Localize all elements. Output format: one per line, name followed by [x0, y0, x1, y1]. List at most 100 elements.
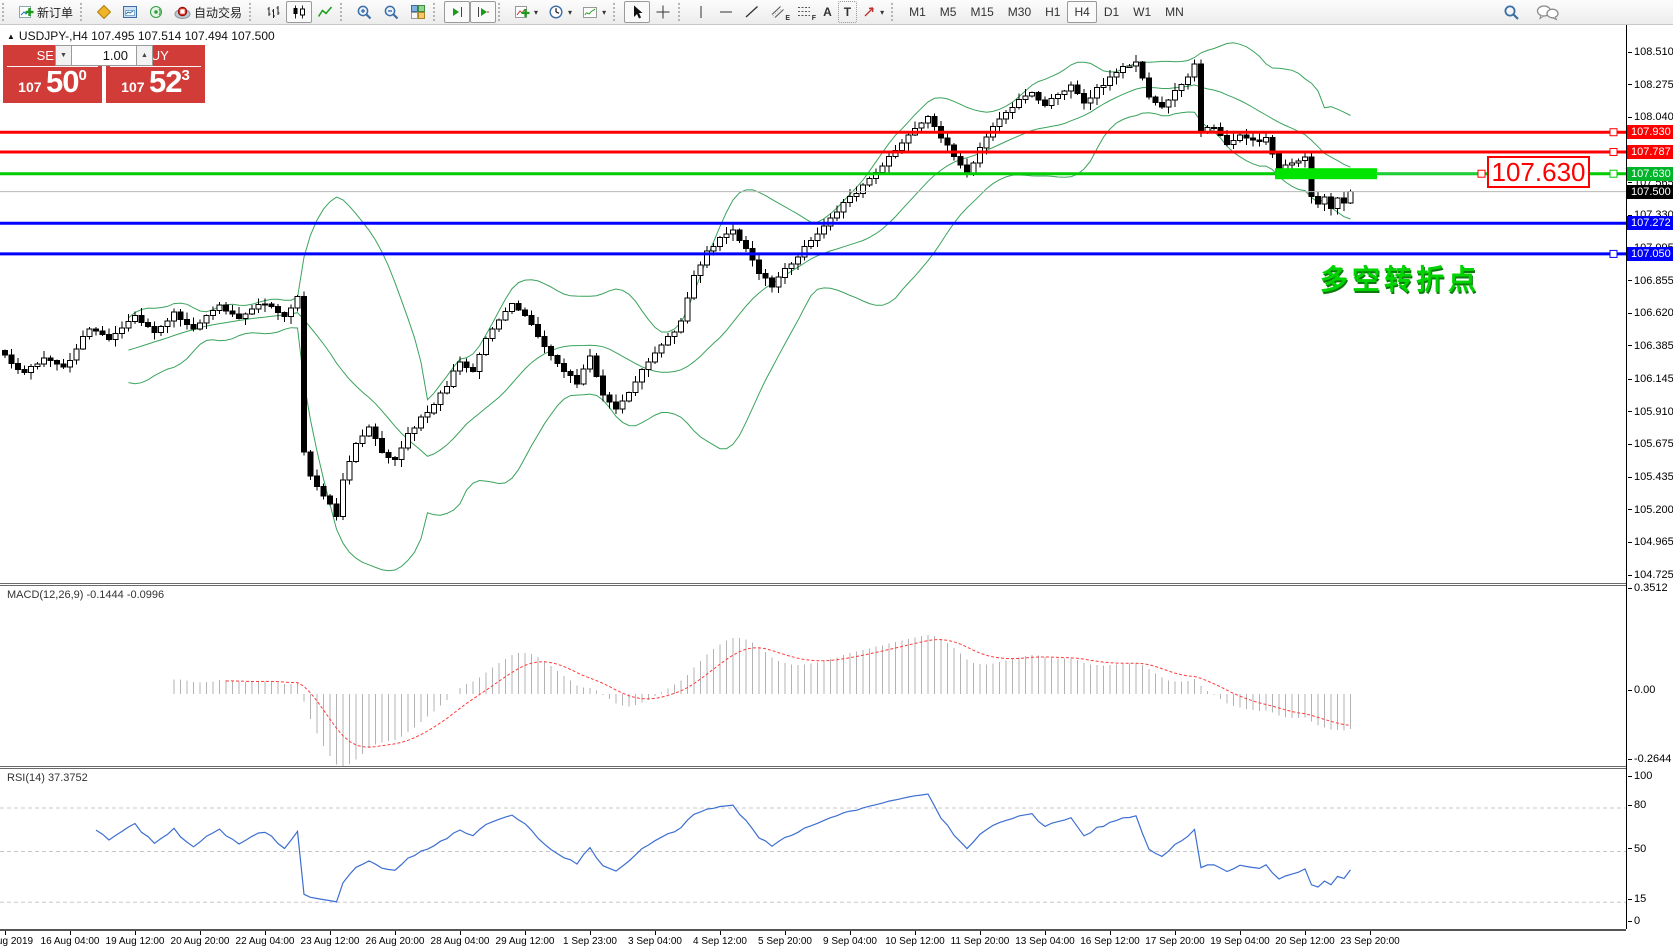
time-label: 3 Sep 04:00 [628, 936, 682, 947]
macd-histogram [174, 635, 1351, 766]
macd-label: MACD(12,26,9) -0.1444 -0.0996 [7, 589, 164, 601]
chart-shift-button[interactable] [470, 1, 496, 23]
rsi-canvas[interactable] [0, 769, 1626, 929]
time-label: 9 Sep 04:00 [823, 936, 877, 947]
timeframe-button-m30[interactable]: M30 [1001, 1, 1038, 23]
time-label: 28 Aug 04:00 [431, 936, 490, 947]
signals-button[interactable] [143, 1, 169, 23]
text-tool-label: A [823, 5, 832, 19]
time-tick [200, 931, 201, 935]
price-tick: 106.620 [1628, 306, 1673, 320]
level-handle[interactable] [1610, 129, 1617, 136]
shapes-tool-button[interactable]: ▾ [857, 1, 889, 23]
templates-button[interactable]: ▾ [577, 1, 611, 23]
bar-chart-icon [265, 4, 281, 20]
trendline-tool-button[interactable] [739, 1, 765, 23]
time-label: 16 Sep 12:00 [1080, 936, 1140, 947]
templates-dropdown-arrow[interactable]: ▾ [602, 8, 606, 17]
terminal-window-button[interactable] [117, 1, 143, 23]
price-level-callout[interactable]: 107.630 [1487, 156, 1590, 188]
sell-price-big: 50 [46, 64, 78, 99]
time-tick [1045, 931, 1046, 935]
horizontal-line-tool-button[interactable] [713, 1, 739, 23]
timeframe-button-m5[interactable]: M5 [933, 1, 964, 23]
time-tick [915, 931, 916, 935]
price-tick: 108.510 [1628, 45, 1673, 59]
new-order-label: 新订单 [37, 4, 73, 21]
chart-plot-area[interactable]: ▲USDJPY-,H4 107.495 107.514 107.494 107.… [0, 25, 1626, 949]
volume-increase-button[interactable]: ▲ [136, 45, 153, 66]
market-watch-button[interactable] [91, 1, 117, 23]
one-click-trading-panel: SELL 107 500 BUY 107 523 ▼ [3, 45, 205, 103]
volume-decrease-button[interactable]: ▼ [55, 45, 72, 66]
rsi-pane[interactable]: RSI(14) 37.3752 [0, 766, 1626, 929]
price-chart-canvas[interactable] [0, 25, 1626, 583]
community-chat-icon[interactable] [1536, 4, 1560, 21]
crosshair-tool-button[interactable] [650, 1, 676, 23]
time-tick [1240, 931, 1241, 935]
sell-price-pip: 0 [78, 67, 86, 84]
channel-tool-button[interactable]: E [765, 1, 791, 23]
timeframe-button-w1[interactable]: W1 [1126, 1, 1158, 23]
main-toolbar: 新订单 自动交易 [0, 0, 1673, 25]
search-icon[interactable] [1503, 4, 1520, 21]
time-axis[interactable]: 14 Aug 201916 Aug 04:0019 Aug 12:0020 Au… [0, 929, 1626, 949]
macd-canvas[interactable] [0, 586, 1626, 766]
price-pane[interactable]: ▲USDJPY-,H4 107.495 107.514 107.494 107.… [0, 25, 1626, 583]
rsi-scale-tick: 15 [1628, 892, 1646, 906]
new-order-button[interactable]: 新订单 [13, 1, 78, 23]
macd-pane[interactable]: MACD(12,26,9) -0.1444 -0.0996 [0, 583, 1626, 766]
level-handle[interactable] [1610, 170, 1617, 177]
price-tick: 105.435 [1628, 470, 1673, 484]
timeframe-button-h1[interactable]: H1 [1038, 1, 1067, 23]
time-tick [1175, 931, 1176, 935]
level-handle[interactable] [1610, 148, 1617, 155]
time-tick [1370, 931, 1371, 935]
indicators-button[interactable]: ▾ [509, 1, 543, 23]
line-chart-button[interactable] [312, 1, 338, 23]
bollinger-lower-band [129, 112, 1351, 571]
highlight-zone[interactable] [1275, 168, 1377, 179]
time-tick [980, 931, 981, 935]
zoom-in-button[interactable] [351, 1, 378, 23]
price-axis[interactable]: 108.510108.275108.040107.565107.330107.0… [1626, 25, 1673, 929]
time-tick [525, 931, 526, 935]
timeframe-button-mn[interactable]: MN [1158, 1, 1191, 23]
text-label-tool-button[interactable]: T [838, 1, 857, 23]
tile-windows-button[interactable] [405, 1, 431, 23]
timeframe-button-d1[interactable]: D1 [1097, 1, 1126, 23]
callout-anchor-handle[interactable] [1478, 170, 1485, 177]
price-tag-107.930: 107.930 [1627, 125, 1673, 139]
level-handle[interactable] [1610, 250, 1617, 257]
shapes-dropdown-arrow[interactable]: ▾ [880, 8, 884, 17]
autotrade-button[interactable]: 自动交易 [169, 1, 247, 23]
toolbar-grip [891, 3, 898, 21]
auto-scroll-icon [449, 4, 465, 20]
volume-input[interactable]: 1.00 [72, 45, 136, 66]
collapse-indicator-icon[interactable]: ▲ [7, 32, 15, 41]
auto-scroll-button[interactable] [444, 1, 470, 23]
candlestick-chart-button[interactable] [286, 1, 312, 23]
time-label: 5 Sep 20:00 [758, 936, 812, 947]
timeframes-menu-button[interactable]: ▾ [543, 1, 577, 23]
vertical-line-tool-button[interactable] [689, 1, 713, 23]
timeframes-dropdown-arrow[interactable]: ▾ [568, 8, 572, 17]
indicators-dropdown-arrow[interactable]: ▾ [534, 8, 538, 17]
toolbar-grip [433, 3, 440, 21]
timeframe-button-m15[interactable]: M15 [963, 1, 1000, 23]
rsi-scale-tick: 80 [1628, 798, 1646, 812]
turning-point-annotation[interactable]: 多空转折点 [1320, 258, 1480, 298]
bar-chart-button[interactable] [260, 1, 286, 23]
zoom-out-button[interactable] [378, 1, 405, 23]
price-tag-107.630: 107.630 [1627, 167, 1673, 181]
rsi-line [96, 794, 1351, 902]
fibonacci-tool-button[interactable]: F [791, 1, 817, 23]
price-tick: 106.145 [1628, 372, 1673, 386]
macd-scale-tick: -0.2644 [1628, 752, 1671, 766]
timeframe-button-m1[interactable]: M1 [902, 1, 933, 23]
toolbar-grip [498, 3, 505, 21]
time-tick [265, 931, 266, 935]
cursor-tool-button[interactable] [624, 1, 650, 23]
timeframe-button-h4[interactable]: H4 [1067, 1, 1096, 23]
text-tool-button[interactable]: A [817, 1, 838, 23]
